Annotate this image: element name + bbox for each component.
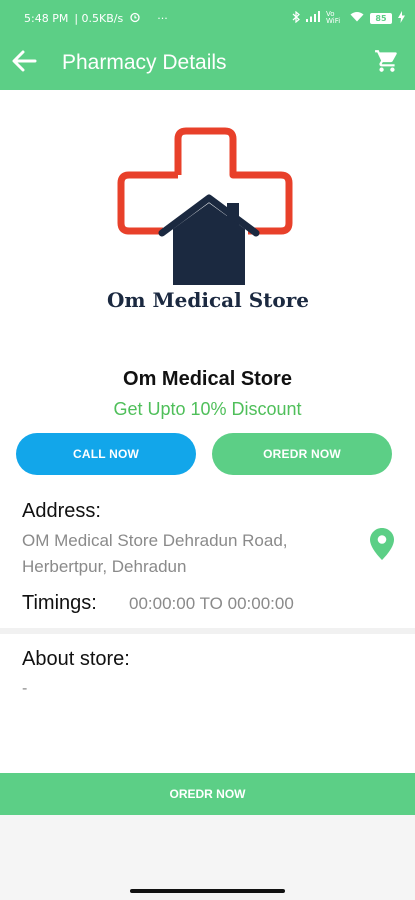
store-logo: Om Medical Store — [103, 125, 313, 325]
back-button[interactable] — [0, 36, 48, 90]
bluetooth-icon — [292, 10, 300, 26]
section-divider — [0, 628, 415, 634]
page-title: Pharmacy Details — [62, 51, 227, 74]
order-now-button[interactable]: OREDR NOW — [212, 433, 392, 475]
call-now-button[interactable]: CALL NOW — [16, 433, 196, 475]
status-bar: 5:48 PM | 0.5KB/s ··· Vo WiFi 85 — [0, 0, 415, 36]
location-pin-icon — [370, 528, 394, 564]
about-store-label: About store: — [22, 648, 130, 670]
app-bar: Pharmacy Details — [0, 36, 415, 90]
status-speed: | 0.5KB/s — [74, 11, 124, 25]
battery-icon: 85 — [370, 12, 392, 24]
store-name: Om Medical Store — [123, 368, 292, 390]
map-location-button[interactable] — [370, 528, 398, 562]
home-indicator[interactable] — [130, 889, 285, 893]
discount-text: Get Upto 10% Discount — [113, 399, 302, 419]
about-store-text: - — [22, 680, 28, 697]
cart-icon — [374, 48, 400, 78]
signal-icon — [306, 11, 320, 25]
bottom-order-now-button[interactable]: OREDR NOW — [0, 773, 415, 815]
address-line-2: Herbertpur, Dehradun — [22, 557, 187, 576]
arrow-left-icon — [11, 50, 37, 76]
address-label: Address: — [22, 500, 101, 522]
alarm-icon — [129, 11, 141, 26]
cart-button[interactable] — [359, 36, 415, 90]
address-text: OM Medical Store Dehradun Road, Herbertp… — [22, 528, 352, 580]
status-time: 5:48 PM — [24, 11, 69, 25]
charging-icon — [398, 10, 405, 26]
wifi-icon — [350, 11, 364, 25]
medical-cross-house-icon — [117, 127, 293, 287]
network-label: Vo WiFi — [326, 10, 341, 25]
status-more: ··· — [157, 11, 168, 25]
bottom-area — [0, 815, 415, 900]
address-line-1: OM Medical Store Dehradun Road, — [22, 531, 288, 550]
timings-value: 00:00:00 TO 00:00:00 — [129, 594, 294, 613]
logo-text: Om Medical Store — [107, 288, 309, 312]
timings-label: Timings: — [22, 592, 97, 614]
